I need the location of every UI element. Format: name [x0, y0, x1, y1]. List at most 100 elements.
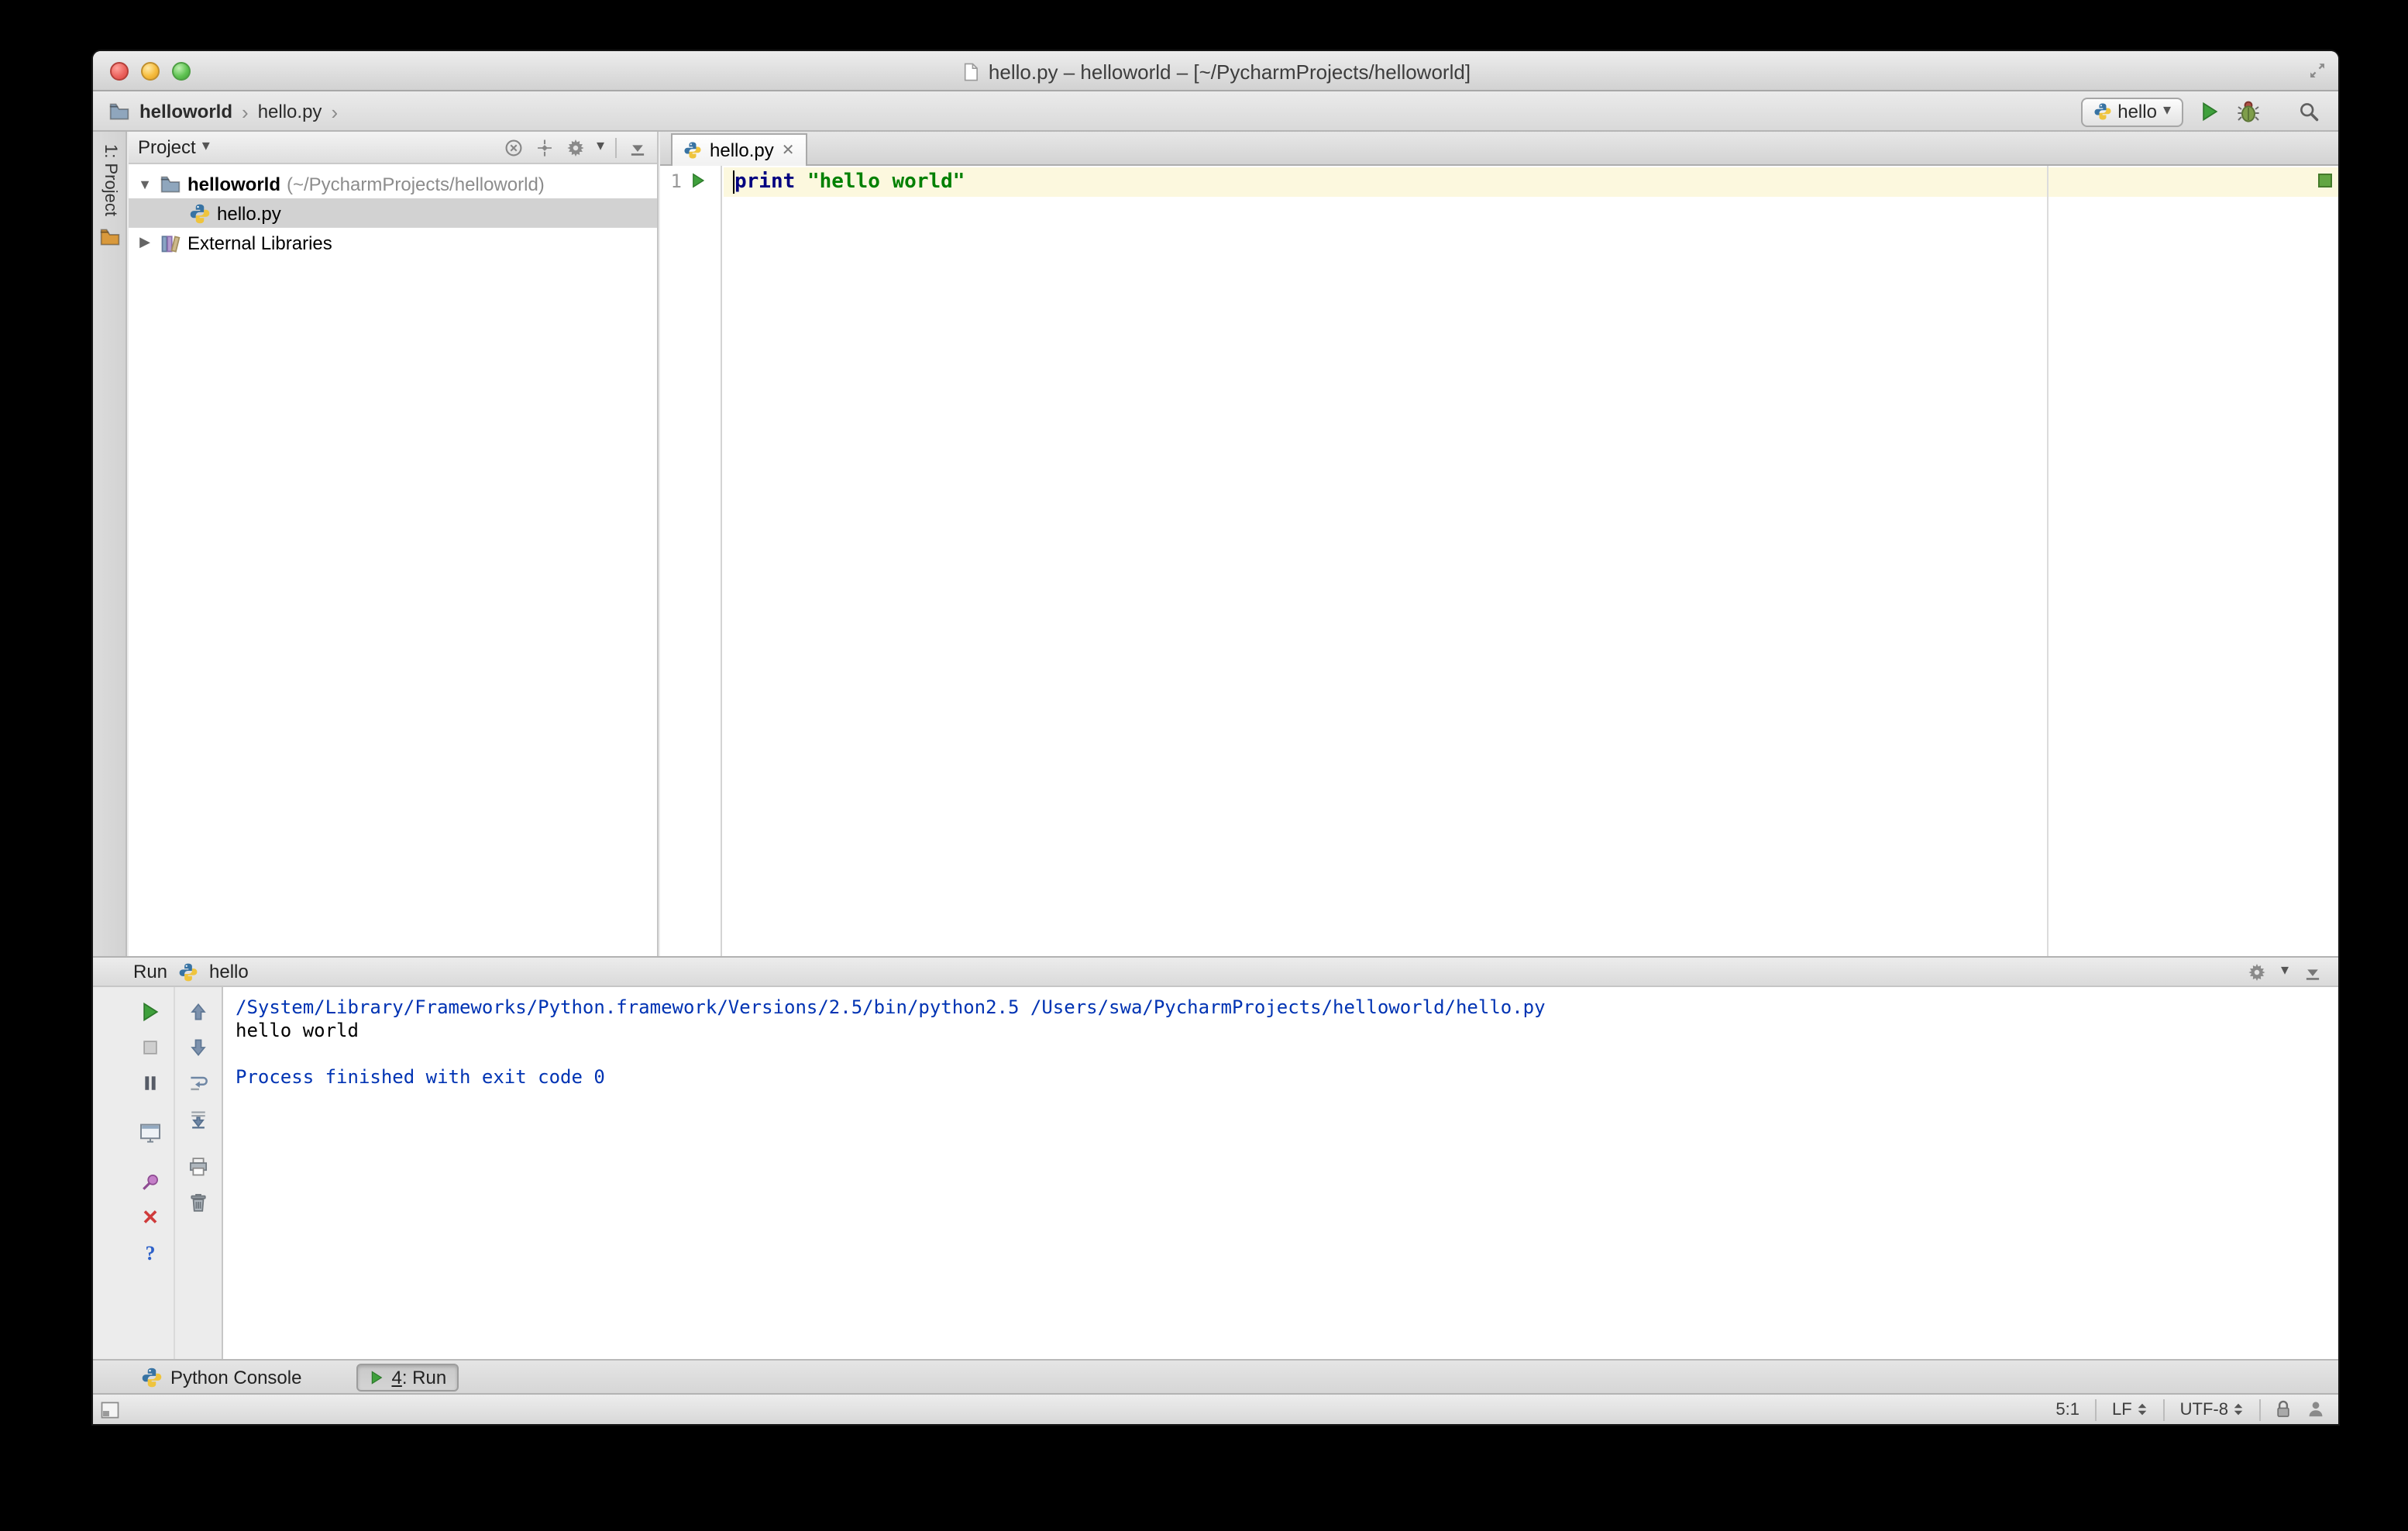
- tree-item-label: helloworld: [187, 173, 280, 194]
- tree-item-external-libraries[interactable]: ▶ External Libraries: [129, 228, 657, 257]
- tab-hello-py[interactable]: hello.py ✕: [671, 133, 807, 166]
- dropdown-arrow-icon[interactable]: ▾: [202, 139, 210, 155]
- run-panel-header: Run hello ▾: [93, 956, 2338, 987]
- close-tab-icon[interactable]: ✕: [142, 1206, 159, 1229]
- pycharm-window: hello.py – helloworld – [~/PycharmProjec…: [93, 51, 2338, 1424]
- project-panel-toolbar: ▾: [504, 137, 648, 157]
- updown-arrows-icon: [2234, 1403, 2243, 1416]
- folder-icon: [109, 103, 129, 120]
- project-panel: Project ▾ ▾ ▼ helloworld (~/PycharmProje…: [129, 132, 659, 956]
- run-console-output[interactable]: /System/Library/Frameworks/Python.framew…: [222, 987, 2338, 1359]
- line-separator-widget[interactable]: LF: [2109, 1400, 2151, 1419]
- line-separator-value: LF: [2111, 1400, 2132, 1419]
- python-console-button[interactable]: Python Console: [130, 1363, 312, 1391]
- python-file-icon: [684, 142, 701, 159]
- run-tab-mnemonic: 4: [391, 1366, 402, 1388]
- right-margin-guide: [2047, 166, 2049, 956]
- soft-wrap-icon[interactable]: [187, 1072, 208, 1094]
- code-editor[interactable]: print "hello world" 1: [660, 166, 2338, 956]
- run-config-name: hello: [209, 961, 249, 982]
- run-config-name: hello: [2117, 101, 2157, 122]
- run-panel-header-toolbar: ▾: [2247, 962, 2323, 982]
- zoom-window-button[interactable]: [172, 62, 191, 81]
- inspection-status-indicator[interactable]: [2318, 174, 2332, 188]
- console-line: Process finished with exit code 0: [236, 1066, 605, 1088]
- libraries-icon: [161, 235, 181, 252]
- statusbar-divider: [2162, 1399, 2165, 1420]
- up-stack-trace-icon[interactable]: [187, 1001, 208, 1023]
- lock-icon[interactable]: [2273, 1399, 2293, 1419]
- run-line-marker-icon[interactable]: [690, 172, 707, 189]
- disclosure-collapsed-icon[interactable]: ▶: [136, 234, 153, 251]
- project-stripe-button[interactable]: 1: Project: [93, 144, 127, 249]
- tree-item-path: (~/PycharmProjects/helloworld): [287, 173, 545, 194]
- project-tree: ▼ helloworld (~/PycharmProjects/hellowor…: [129, 164, 657, 257]
- encoding-widget[interactable]: UTF-8: [2177, 1400, 2247, 1419]
- breadcrumb-file[interactable]: hello.py: [258, 101, 322, 122]
- highlighting-level-icon[interactable]: [2306, 1399, 2326, 1419]
- dropdown-arrow-icon: ▾: [2280, 962, 2289, 979]
- hide-panel-icon[interactable]: [628, 137, 648, 157]
- close-window-button[interactable]: [110, 62, 129, 81]
- settings-gear-icon[interactable]: [2247, 962, 2267, 982]
- encoding-value: UTF-8: [2179, 1400, 2228, 1419]
- titlebar[interactable]: hello.py – helloworld – [~/PycharmProjec…: [93, 51, 2338, 91]
- pause-output-icon[interactable]: [139, 1072, 161, 1094]
- print-icon[interactable]: [187, 1156, 208, 1178]
- caret-position-widget[interactable]: 5:1: [2052, 1400, 2083, 1419]
- traffic-lights: [110, 62, 191, 81]
- breadcrumb: helloworld › hello.py ›: [108, 100, 338, 123]
- run-icon: [371, 1370, 382, 1384]
- run-controls: hello ▾: [2080, 97, 2320, 126]
- close-tab-icon[interactable]: ✕: [782, 142, 795, 159]
- restore-layout-icon[interactable]: [138, 1120, 163, 1145]
- python-console-icon: [142, 1367, 162, 1387]
- clear-all-icon[interactable]: [187, 1192, 208, 1213]
- python-run-config-icon: [179, 962, 198, 981]
- collapse-all-icon[interactable]: [535, 137, 555, 157]
- editor-area: hello.py ✕ print "hello world" 1: [660, 132, 2338, 956]
- breadcrumb-project[interactable]: helloworld: [139, 101, 232, 122]
- console-line: /System/Library/Frameworks/Python.framew…: [236, 996, 1546, 1018]
- debug-button[interactable]: [2236, 99, 2261, 124]
- run-tab-label: 4: Run: [391, 1366, 446, 1388]
- run-tool-window-button[interactable]: 4: Run: [356, 1363, 459, 1391]
- run-button[interactable]: [2199, 101, 2221, 122]
- search-icon[interactable]: [2298, 101, 2320, 122]
- down-stack-trace-icon[interactable]: [187, 1037, 208, 1058]
- statusbar-divider: [2094, 1399, 2097, 1420]
- pin-tab-icon[interactable]: [139, 1171, 161, 1193]
- minimize-window-button[interactable]: [141, 62, 160, 81]
- editor-tab-bar: hello.py ✕: [660, 132, 2338, 166]
- python-console-label: Python Console: [170, 1366, 302, 1388]
- chevron-right-icon: ›: [331, 100, 339, 123]
- hide-panel-icon[interactable]: [2303, 962, 2323, 982]
- tree-item-hello-py[interactable]: hello.py: [129, 198, 657, 228]
- run-panel: ✕ ? /System/Library/Frameworks/Python.fr…: [93, 987, 2338, 1359]
- python-file-icon: [190, 203, 210, 223]
- updown-arrows-icon: [2138, 1403, 2146, 1416]
- tab-label: hello.py: [710, 139, 774, 161]
- navigation-bar: helloworld › hello.py › hello ▾: [93, 93, 2338, 132]
- status-bar-widgets: 5:1 LF UTF-8: [2052, 1399, 2326, 1420]
- tree-item-label: External Libraries: [187, 232, 332, 253]
- scroll-to-end-icon[interactable]: [187, 1108, 208, 1130]
- document-icon: [964, 62, 978, 81]
- settings-gear-icon[interactable]: [566, 137, 586, 157]
- run-configuration-selector[interactable]: hello ▾: [2080, 97, 2183, 126]
- code-line-1: print "hello world": [734, 167, 965, 197]
- tool-window-toggle-icon[interactable]: [99, 1399, 121, 1420]
- run-panel-title: Run: [133, 961, 168, 982]
- python-run-config-icon: [2093, 103, 2110, 120]
- run-toolbar-left: ✕ ?: [127, 987, 174, 1359]
- help-icon[interactable]: ?: [146, 1242, 156, 1264]
- disclosure-expanded-icon[interactable]: ▼: [136, 176, 153, 191]
- caret-line-highlight: print "hello world": [724, 167, 2338, 197]
- scroll-from-source-icon[interactable]: [504, 137, 524, 157]
- fullscreen-resize-icon[interactable]: [2307, 60, 2327, 81]
- tree-item-helloworld[interactable]: ▼ helloworld (~/PycharmProjects/hellowor…: [129, 169, 657, 198]
- project-panel-title[interactable]: Project: [138, 136, 196, 158]
- stop-icon[interactable]: [139, 1037, 161, 1058]
- rerun-icon[interactable]: [139, 1001, 161, 1023]
